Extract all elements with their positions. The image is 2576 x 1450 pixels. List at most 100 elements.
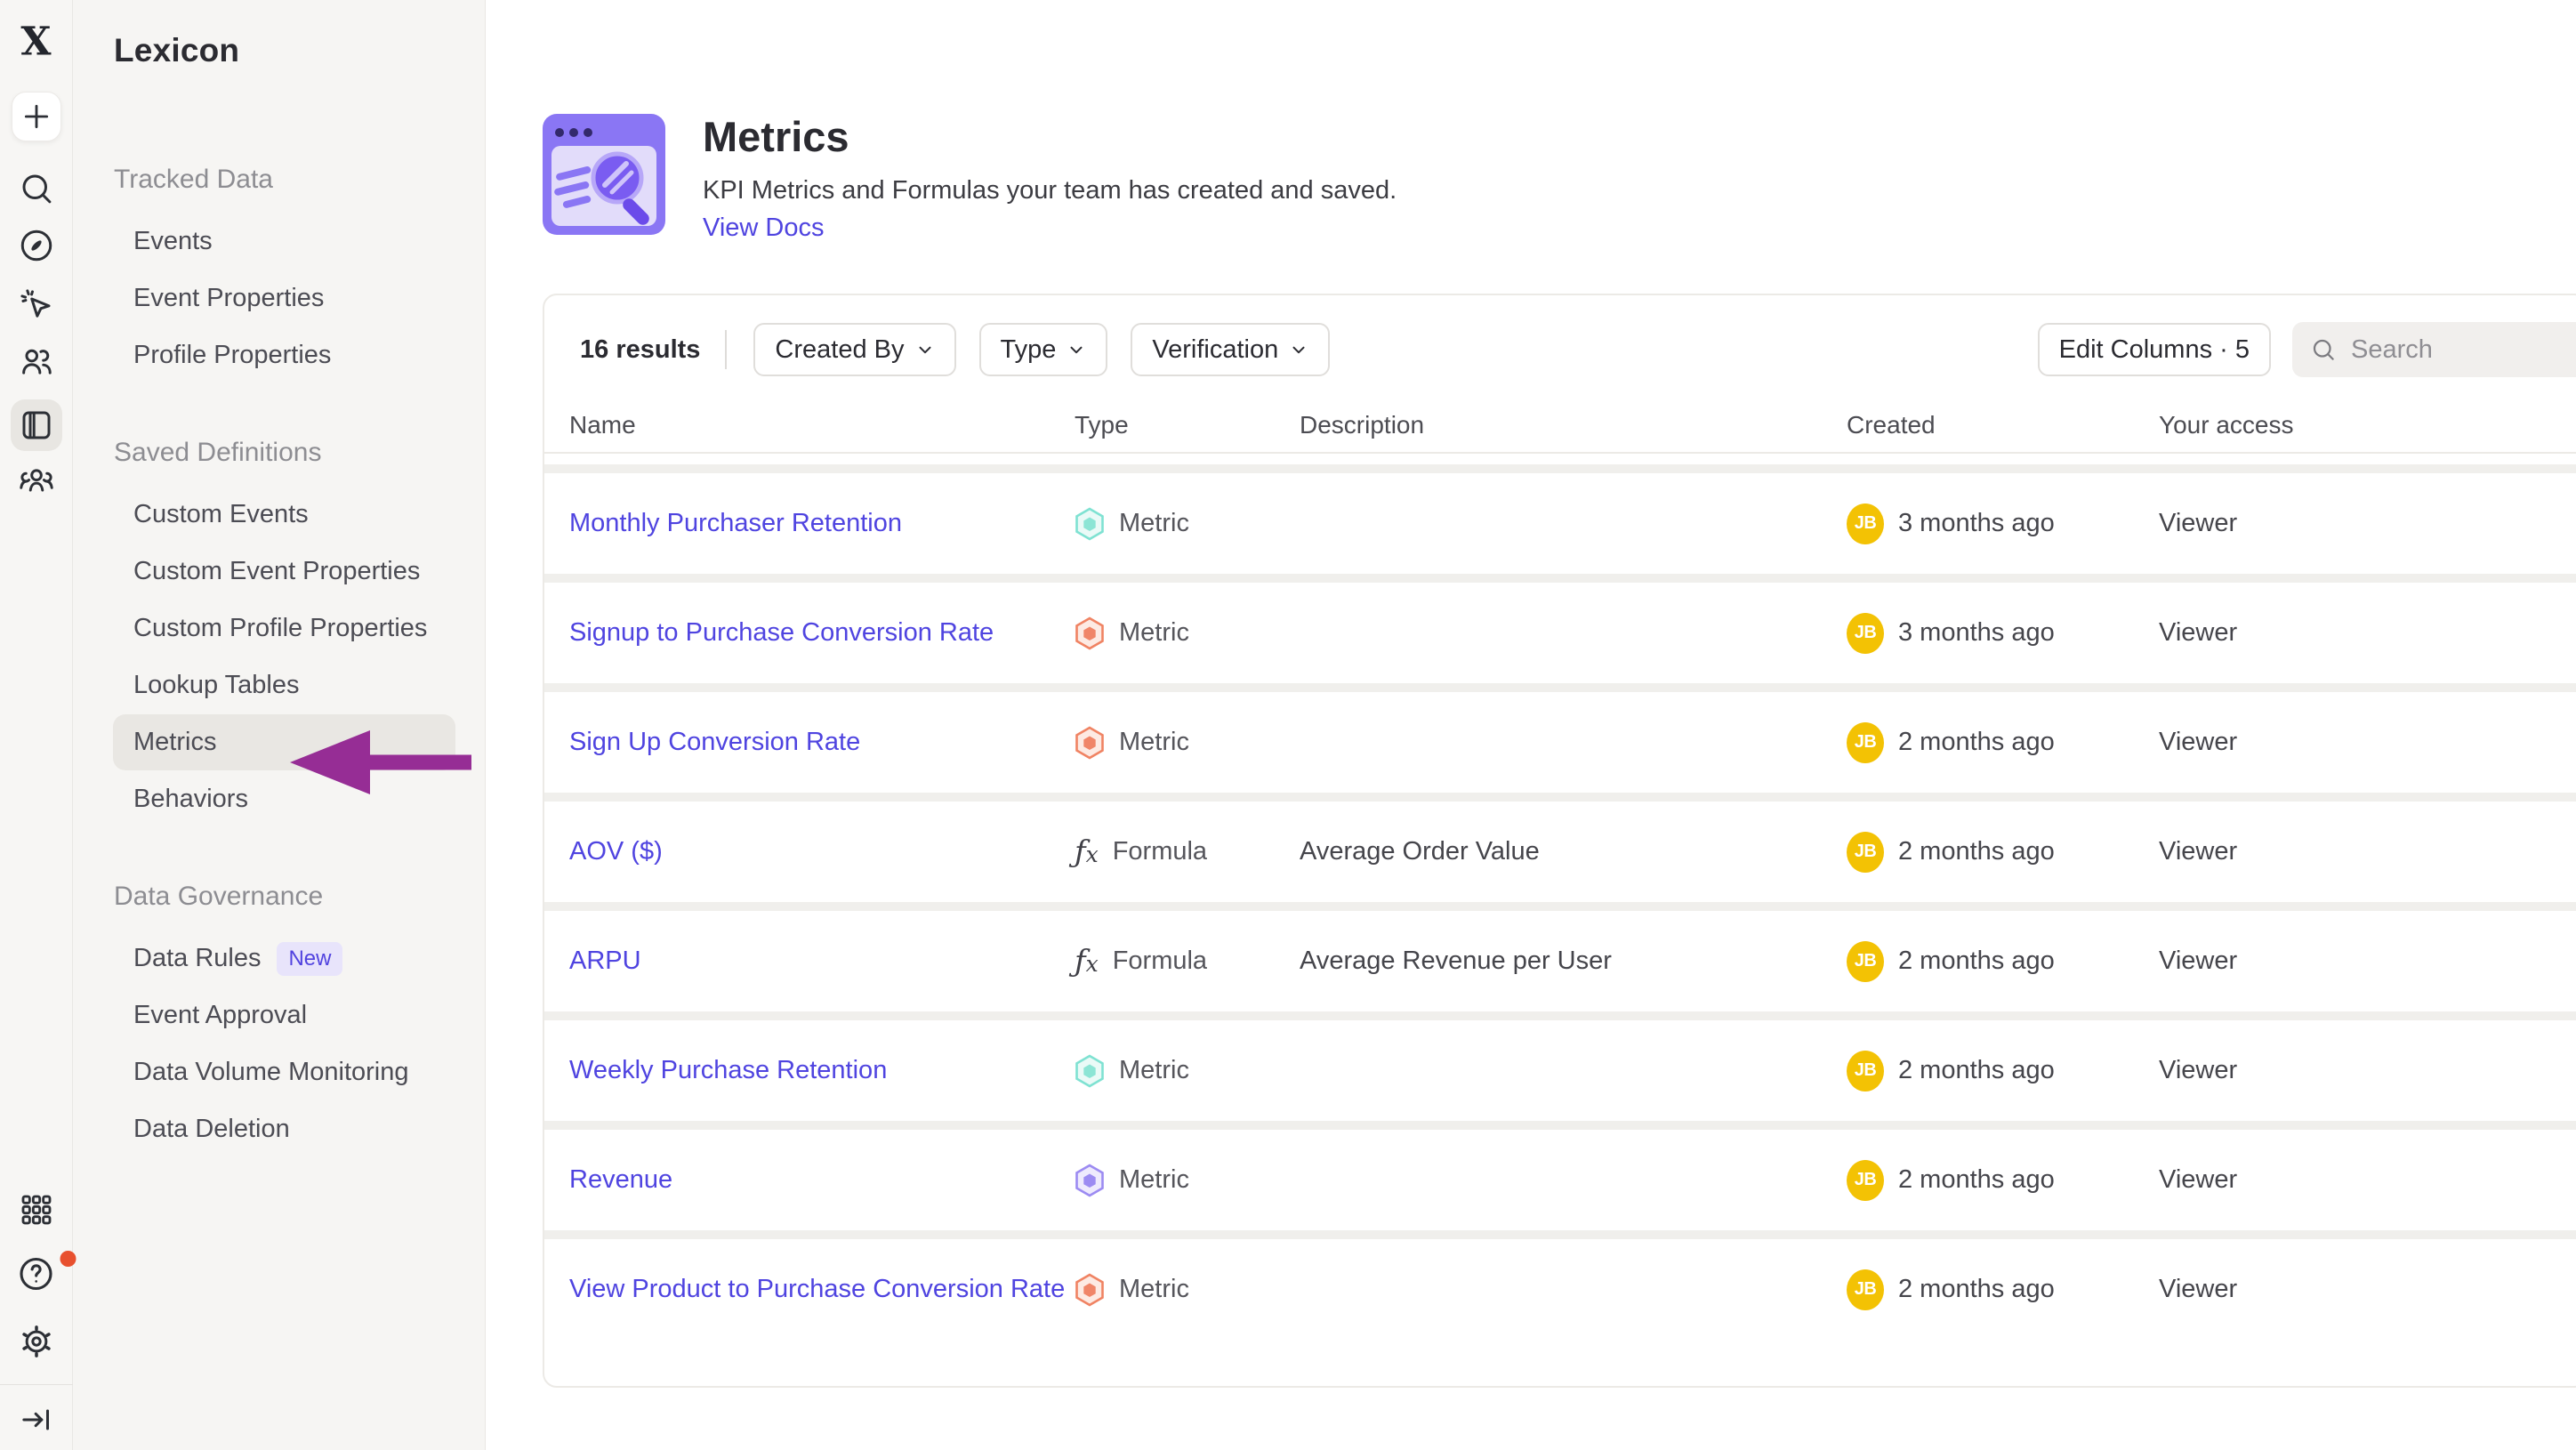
created-time: 2 months ago	[1898, 947, 2055, 976]
sidebar: Lexicon Tracked DataEventsEvent Properti…	[73, 0, 486, 1450]
filter-button-verification[interactable]: Verification	[1131, 323, 1330, 376]
chevron-down-icon	[1289, 340, 1308, 359]
cohorts-group-icon[interactable]	[17, 462, 56, 501]
page-title: Metrics	[703, 112, 849, 161]
sidebar-item-behaviors[interactable]: Behaviors	[113, 771, 455, 827]
column-header-type: Type	[1075, 411, 1300, 439]
row-separator	[544, 793, 2576, 802]
created-time: 3 months ago	[1898, 509, 2055, 538]
name-cell: Revenue	[569, 1162, 1075, 1198]
settings-gear-icon[interactable]	[18, 1323, 55, 1360]
users-icon[interactable]	[18, 342, 55, 380]
created-time: 2 months ago	[1898, 1056, 2055, 1085]
sidebar-item-data-rules[interactable]: Data RulesNew	[113, 930, 455, 987]
sidebar-item-label: Data Volume Monitoring	[133, 1058, 409, 1087]
sidebar-section-tracked-data: Tracked DataEventsEvent PropertiesProfil…	[73, 158, 485, 383]
metric-name-link[interactable]: Signup to Purchase Conversion Rate	[569, 618, 994, 647]
type-cell: Metric	[1075, 616, 1300, 650]
table-row: Signup to Purchase Conversion Rate Metric…	[544, 583, 2576, 683]
column-header-description: Description	[1300, 411, 1847, 439]
metric-name-link[interactable]: ARPU	[569, 947, 641, 975]
results-count: 16 results	[580, 335, 700, 365]
add-button[interactable]	[12, 92, 61, 141]
search-input[interactable]	[2351, 335, 2547, 365]
sidebar-item-event-approval[interactable]: Event Approval	[113, 987, 455, 1043]
created-time: 2 months ago	[1898, 728, 2055, 757]
sidebar-item-custom-events[interactable]: Custom Events	[113, 487, 455, 543]
table-row: AOV ($) ƒx Formula Average Order ValueJB2 m…	[544, 802, 2576, 902]
sidebar-item-custom-event-properties[interactable]: Custom Event Properties	[113, 544, 455, 600]
metric-hexagon-icon	[1075, 1164, 1105, 1197]
section-label: Saved Definitions	[73, 431, 485, 474]
sidebar-title: Lexicon	[114, 32, 239, 69]
metric-hexagon-icon	[1075, 616, 1105, 650]
metric-name-link[interactable]: Monthly Purchaser Retention	[569, 509, 902, 537]
icon-rail: X	[0, 0, 73, 1450]
name-cell: View Product to Purchase Conversion Rate	[569, 1271, 1075, 1308]
filter-button-type[interactable]: Type	[979, 323, 1108, 376]
sidebar-item-profile-properties[interactable]: Profile Properties	[113, 327, 455, 383]
lexicon-nav-tile[interactable]	[11, 399, 62, 451]
apps-grid-icon[interactable]	[19, 1192, 54, 1228]
metric-name-link[interactable]: AOV ($)	[569, 837, 663, 866]
formula-fx-icon: ƒx	[1075, 947, 1099, 977]
help-icon[interactable]	[0, 1254, 72, 1293]
search-icon	[2310, 336, 2337, 363]
row-separator	[544, 574, 2576, 583]
table-row: ARPUƒxFormulaAverage Revenue per UserJB2…	[544, 911, 2576, 1011]
metric-hexagon-icon	[1075, 507, 1105, 541]
sidebar-item-data-deletion[interactable]: Data Deletion	[113, 1101, 455, 1157]
sidebar-item-events[interactable]: Events	[113, 213, 455, 270]
mixpanel-logo-icon: X	[20, 20, 51, 65]
created-cell: JB2 months ago	[1847, 832, 2159, 873]
sidebar-section-data-governance: Data GovernanceData RulesNewEvent Approv…	[73, 875, 485, 1157]
metric-name-link[interactable]: Weekly Purchase Retention	[569, 1056, 887, 1084]
table-body: Monthly Purchaser Retention Metric JB 3 mon…	[544, 454, 2576, 1386]
search-nav-icon[interactable]	[18, 170, 55, 207]
access-cell: Viewer	[2159, 837, 2576, 866]
compass-icon[interactable]	[18, 227, 55, 264]
created-time: 2 months ago	[1898, 1275, 2055, 1304]
type-label: Metric	[1119, 509, 1189, 538]
avatar: JB	[1847, 832, 1884, 873]
description-cell: Average Order Value	[1300, 837, 1847, 866]
sidebar-item-label: Events	[133, 227, 213, 256]
metric-name-link[interactable]: View Product to Purchase Conversion Rate	[569, 1275, 1065, 1303]
collapse-panel-icon[interactable]	[19, 1402, 54, 1438]
cursor-click-icon[interactable]	[18, 286, 55, 324]
sidebar-item-label: Custom Events	[133, 500, 309, 529]
view-docs-link[interactable]: View Docs	[703, 213, 824, 243]
row-separator	[544, 1230, 2576, 1239]
edit-columns-button[interactable]: Edit Columns · 5	[2038, 323, 2271, 376]
type-cell: ƒx Formula	[1075, 947, 1300, 977]
sidebar-item-metrics[interactable]: Metrics	[113, 714, 455, 770]
search-box[interactable]	[2292, 322, 2576, 377]
sidebar-item-event-properties[interactable]: Event Properties	[113, 270, 455, 326]
sidebar-item-lookup-tables[interactable]: Lookup Tables	[113, 657, 455, 713]
type-label: Metric	[1119, 1165, 1189, 1195]
filter-group: Created By Type Verification	[753, 323, 1330, 376]
metrics-table-card: 16 results Created By Type Verification Ed…	[543, 294, 2576, 1388]
sidebar-item-label: Custom Profile Properties	[133, 614, 427, 643]
type-cell: ƒx Formula	[1075, 837, 1300, 867]
sidebar-item-label: Lookup Tables	[133, 671, 300, 700]
name-cell: Weekly Purchase Retention	[569, 1052, 1075, 1089]
avatar: JB	[1847, 722, 1884, 763]
filter-button-created-by[interactable]: Created By	[753, 323, 955, 376]
type-label: Formula	[1113, 837, 1207, 866]
created-cell: JB 3 months ago	[1847, 503, 2159, 544]
avatar: JB	[1847, 503, 1884, 544]
sidebar-item-label: Metrics	[133, 728, 216, 757]
plus-icon	[19, 99, 54, 134]
table-header-row: Name Type Description Created Your acces…	[544, 399, 2576, 454]
metric-hexagon-icon	[1075, 1273, 1105, 1307]
formula-fx-icon: ƒx	[1075, 837, 1099, 867]
metric-name-link[interactable]: Revenue	[569, 1165, 672, 1194]
description-cell: Average Revenue per User	[1300, 947, 1847, 976]
sidebar-item-data-volume-monitoring[interactable]: Data Volume Monitoring	[113, 1044, 455, 1100]
name-cell: Monthly Purchaser Retention	[569, 505, 1075, 542]
type-label: Formula	[1113, 947, 1207, 976]
sidebar-item-custom-profile-properties[interactable]: Custom Profile Properties	[113, 600, 455, 657]
metric-name-link[interactable]: Sign Up Conversion Rate	[569, 728, 860, 756]
row-separator	[544, 902, 2576, 911]
